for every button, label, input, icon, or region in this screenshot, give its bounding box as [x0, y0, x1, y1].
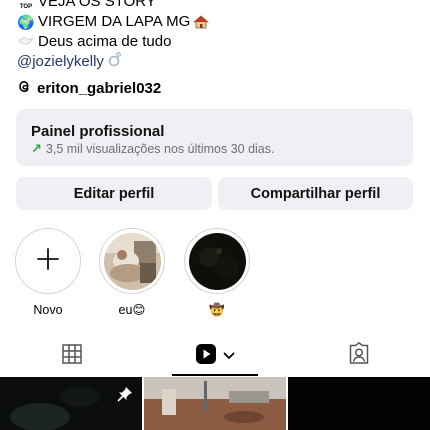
dove-icon	[17, 32, 35, 52]
bio-line-2-text: VIRGEM DA LAPA MG	[38, 13, 191, 30]
dashboard-subtitle: ↗ 3,5 mil visualizações nos últimos 30 d…	[31, 141, 398, 157]
profile-tabs	[0, 338, 430, 376]
grid-item[interactable]	[0, 377, 142, 430]
grid-item[interactable]	[144, 377, 286, 430]
pin-icon	[117, 386, 133, 407]
bio-line-1-text: VEJA OS STORY	[38, 0, 156, 10]
new-highlight-ring	[15, 228, 81, 294]
ring-icon	[107, 51, 123, 73]
share-profile-button[interactable]: Compartilhar perfil	[218, 177, 413, 210]
professional-dashboard[interactable]: Painel profissional ↗ 3,5 mil visualizaç…	[16, 109, 413, 166]
grid-item[interactable]	[288, 377, 430, 430]
trend-up-icon: ↗	[31, 141, 42, 156]
plus-icon	[37, 246, 59, 276]
profile-bio: TOP VEJA OS STORY 🌍 VIRGEM DA LAPA MG De…	[17, 0, 417, 72]
dashboard-title: Painel profissional	[31, 123, 165, 140]
threads-icon	[17, 79, 32, 98]
edit-profile-button[interactable]: Editar perfil	[16, 177, 212, 210]
dashboard-views-text: 3,5 mil visualizações nos últimos 30 dia…	[45, 142, 275, 156]
chevron-down-icon	[223, 347, 235, 365]
grid-icon	[61, 343, 82, 369]
highlight-label: eu😊	[118, 303, 146, 317]
active-tab-indicator	[172, 374, 258, 376]
tab-reels[interactable]	[143, 338, 287, 374]
highlight-cover-image	[188, 232, 246, 290]
bio-line-3-text: Deus acima de tudo	[38, 33, 172, 50]
story-highlights: Novo eu😊 🤠	[0, 228, 430, 318]
bio-mention-link[interactable]: @jozielykelly	[17, 52, 104, 72]
highlight-cowboy[interactable]: 🤠	[184, 228, 250, 318]
highlight-new[interactable]: Novo	[15, 228, 81, 318]
bio-line-4: @jozielykelly	[17, 51, 417, 73]
threads-username: eriton_gabriel032	[37, 80, 162, 97]
reels-icon	[195, 343, 217, 370]
top-badge-icon: TOP	[19, 4, 33, 10]
bio-line-1: TOP VEJA OS STORY	[17, 0, 417, 12]
highlight-ring	[184, 228, 250, 294]
bio-line-3: Deus acima de tudo	[17, 32, 417, 52]
highlight-label: Novo	[33, 303, 63, 317]
highlight-cover-image	[103, 232, 161, 290]
media-grid	[0, 377, 430, 430]
house-icon	[193, 15, 210, 29]
bio-line-2: 🌍 VIRGEM DA LAPA MG	[17, 12, 417, 32]
tagged-icon	[347, 341, 371, 371]
highlight-ring	[99, 228, 165, 294]
threads-link[interactable]: eriton_gabriel032	[17, 79, 161, 98]
highlight-label: 🤠	[209, 303, 225, 317]
tab-posts[interactable]	[0, 338, 143, 374]
tab-tagged[interactable]	[287, 338, 430, 374]
highlight-eu[interactable]: eu😊	[99, 228, 165, 318]
